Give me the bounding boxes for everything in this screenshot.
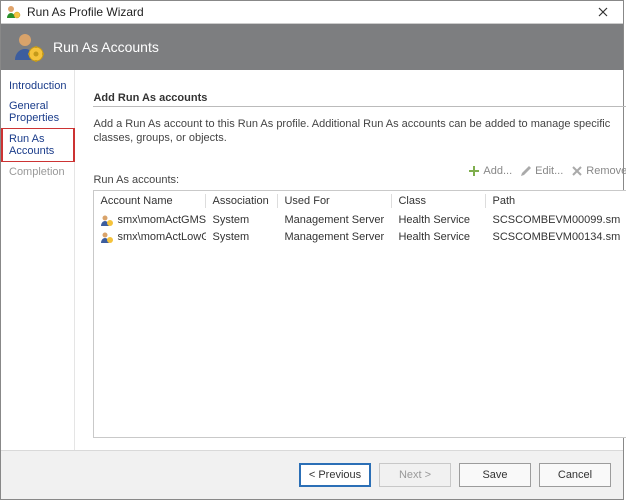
col-association[interactable]: Association bbox=[206, 191, 278, 211]
col-account-name[interactable]: Account Name bbox=[94, 191, 206, 211]
account-icon bbox=[100, 214, 113, 227]
account-icon bbox=[100, 231, 113, 244]
x-icon bbox=[571, 165, 583, 177]
cell-path: SCSCOMBEVM00134.sm bbox=[486, 230, 626, 245]
cell-used-for: Management Server bbox=[278, 213, 392, 228]
grid-header: Account Name Association Used For Class … bbox=[94, 191, 626, 212]
cell-used-for: Management Server bbox=[278, 230, 392, 245]
cell-path: SCSCOMBEVM00099.sm bbox=[486, 213, 626, 228]
page-heading: Add Run As accounts bbox=[93, 92, 626, 107]
content-panel: Add Run As accounts Add a Run As account… bbox=[75, 70, 626, 450]
cell-association: System bbox=[206, 230, 278, 245]
edit-button[interactable]: Edit... bbox=[520, 165, 563, 177]
cell-account-name: smx\momActGMSA$ bbox=[117, 214, 206, 226]
remove-button[interactable]: Remove bbox=[571, 165, 626, 177]
remove-label: Remove bbox=[586, 165, 626, 177]
sidebar-item-introduction[interactable]: Introduction bbox=[1, 76, 74, 96]
edit-label: Edit... bbox=[535, 165, 563, 177]
profile-icon bbox=[11, 30, 45, 64]
banner-title: Run As Accounts bbox=[53, 39, 159, 55]
cell-class: Health Service bbox=[392, 213, 486, 228]
body: Introduction General Properties Run As A… bbox=[1, 70, 623, 450]
col-class[interactable]: Class bbox=[392, 191, 486, 211]
list-label: Run As accounts: bbox=[93, 174, 179, 186]
pencil-icon bbox=[520, 165, 532, 177]
list-toolbar-row: Run As accounts: Add... Edit... bbox=[93, 156, 626, 186]
col-path[interactable]: Path bbox=[486, 191, 626, 211]
close-button[interactable] bbox=[587, 4, 619, 20]
table-row[interactable]: smx\momActLowG System Management Server … bbox=[94, 229, 626, 246]
cancel-button[interactable]: Cancel bbox=[539, 463, 611, 487]
page-description: Add a Run As account to this Run As prof… bbox=[93, 111, 626, 156]
table-row[interactable]: smx\momActGMSA$ System Management Server… bbox=[94, 212, 626, 229]
cell-account-name: smx\momActLowG bbox=[117, 231, 206, 243]
next-button[interactable]: Next > bbox=[379, 463, 451, 487]
cell-class: Health Service bbox=[392, 230, 486, 245]
add-button[interactable]: Add... bbox=[468, 165, 512, 177]
close-icon bbox=[598, 7, 608, 17]
app-icon bbox=[5, 4, 21, 20]
sidebar-item-general-properties[interactable]: General Properties bbox=[1, 96, 74, 128]
sidebar: Introduction General Properties Run As A… bbox=[1, 70, 75, 450]
wizard-window: Run As Profile Wizard Run As Accounts bbox=[0, 0, 624, 500]
footer: < Previous Next > Save Cancel bbox=[1, 450, 623, 499]
add-label: Add... bbox=[483, 165, 512, 177]
sidebar-item-run-as-accounts[interactable]: Run As Accounts bbox=[1, 128, 75, 162]
banner: Run As Accounts bbox=[1, 24, 623, 70]
previous-button[interactable]: < Previous bbox=[299, 463, 371, 487]
cell-association: System bbox=[206, 213, 278, 228]
window-title: Run As Profile Wizard bbox=[27, 5, 587, 19]
accounts-grid: Account Name Association Used For Class … bbox=[93, 190, 626, 438]
plus-icon bbox=[468, 165, 480, 177]
sidebar-item-completion[interactable]: Completion bbox=[1, 162, 74, 182]
save-button[interactable]: Save bbox=[459, 463, 531, 487]
titlebar: Run As Profile Wizard bbox=[1, 1, 623, 24]
spacer bbox=[93, 438, 626, 450]
col-used-for[interactable]: Used For bbox=[278, 191, 392, 211]
